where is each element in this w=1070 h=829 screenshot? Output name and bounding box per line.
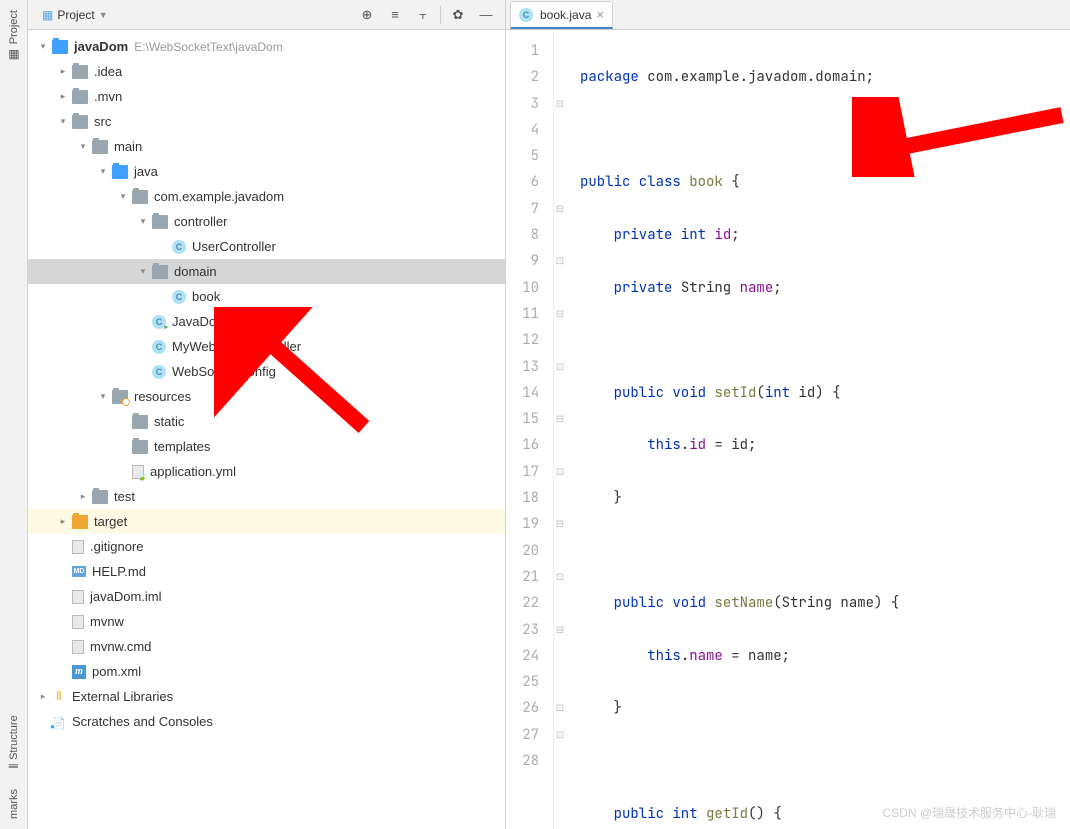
spring-boot-class-icon: C [152, 315, 166, 329]
panel-header: ▦ Project ▼ ⊕ ≡ ⫟ ✿ — [28, 0, 505, 30]
tree-item-target[interactable]: ▸target [28, 509, 505, 534]
folder-icon [72, 115, 88, 129]
folder-icon [72, 65, 88, 79]
resources-folder-icon [112, 390, 128, 404]
tree-item-iml[interactable]: javaDom.iml [28, 584, 505, 609]
collapse-all-btn[interactable]: ⫟ [412, 4, 434, 26]
folder-icon [92, 490, 108, 504]
tree-item-templates[interactable]: templates [28, 434, 505, 459]
module-icon [52, 40, 68, 54]
tree-item-mvn[interactable]: ▸.mvn [28, 84, 505, 109]
tree-item-wsconfig[interactable]: CWebSocketConfig [28, 359, 505, 384]
tree-item-pom[interactable]: mpom.xml [28, 659, 505, 684]
hide-btn[interactable]: — [475, 4, 497, 26]
tree-item-extlib[interactable]: ▸⫴External Libraries [28, 684, 505, 709]
tree-item-usercontroller[interactable]: CUserController [28, 234, 505, 259]
folder-icon [132, 415, 148, 429]
tree-item-handler[interactable]: CMyWebSocketHandler [28, 334, 505, 359]
close-tab-icon[interactable]: × [596, 7, 604, 22]
project-tree[interactable]: ▾javaDomE:\WebSocketText\javaDom ▸.idea … [28, 30, 505, 829]
package-icon [152, 265, 168, 279]
yml-file-icon [132, 465, 144, 479]
tree-item-package[interactable]: ▾com.example.javadom [28, 184, 505, 209]
markdown-icon: MD [72, 566, 86, 577]
tree-item-idea[interactable]: ▸.idea [28, 59, 505, 84]
project-view-selector[interactable]: ▦ Project ▼ [36, 6, 114, 24]
tree-item-app[interactable]: CJavaDomApplication [28, 309, 505, 334]
class-icon: C [519, 8, 533, 22]
tree-item-controller[interactable]: ▾controller [28, 209, 505, 234]
editor-area: C book.java × 12345678910111213141516171… [506, 0, 1070, 829]
class-icon: C [152, 365, 166, 379]
code-content[interactable]: package com.example.javadom.domain; publ… [566, 30, 1070, 829]
fold-column: ⊟⊟⊡⊟⊡⊟⊡⊟⊡⊟⊡⊡ [554, 30, 566, 829]
tree-item-static[interactable]: static [28, 409, 505, 434]
rail-structure[interactable]: ⦀Structure [7, 705, 21, 779]
rail-bookmarks[interactable]: marks [8, 779, 20, 829]
tree-item-gitignore[interactable]: .gitignore [28, 534, 505, 559]
libraries-icon: ⫴ [52, 690, 66, 704]
package-icon [132, 190, 148, 204]
rail-project[interactable]: ▦Project [7, 0, 21, 72]
tree-item-mvnwcmd[interactable]: mvnw.cmd [28, 634, 505, 659]
tree-item-mvnw[interactable]: mvnw [28, 609, 505, 634]
tree-item-book[interactable]: Cbook [28, 284, 505, 309]
tree-item-src[interactable]: ▾src [28, 109, 505, 134]
tree-item-appyml[interactable]: application.yml [28, 459, 505, 484]
code-editor[interactable]: 1234567891011121314151617181920212223242… [506, 30, 1070, 829]
folder-icon [132, 440, 148, 454]
package-icon [152, 215, 168, 229]
class-icon: C [152, 340, 166, 354]
project-icon: ▦ [42, 8, 53, 22]
tree-item-java[interactable]: ▾java [28, 159, 505, 184]
file-icon [72, 615, 84, 629]
file-icon [72, 590, 84, 604]
tree-item-scratches[interactable]: Scratches and Consoles [28, 709, 505, 734]
class-icon: C [172, 290, 186, 304]
settings-btn[interactable]: ✿ [447, 4, 469, 26]
project-panel: ▦ Project ▼ ⊕ ≡ ⫟ ✿ — ▾javaDomE:\WebSock… [28, 0, 506, 829]
maven-icon: m [72, 665, 86, 679]
chevron-down-icon: ▼ [99, 10, 108, 20]
expand-all-btn[interactable]: ≡ [384, 4, 406, 26]
class-icon: C [172, 240, 186, 254]
folder-icon [72, 90, 88, 104]
tree-item-main[interactable]: ▾main [28, 134, 505, 159]
source-folder-icon [112, 165, 128, 179]
folder-icon [92, 140, 108, 154]
tree-item-domain[interactable]: ▾domain [28, 259, 505, 284]
tree-item-test[interactable]: ▸test [28, 484, 505, 509]
excluded-folder-icon [72, 515, 88, 529]
line-gutter: 1234567891011121314151617181920212223242… [506, 30, 554, 829]
editor-tabs: C book.java × [506, 0, 1070, 30]
select-open-file-btn[interactable]: ⊕ [356, 4, 378, 26]
tree-item-resources[interactable]: ▾resources [28, 384, 505, 409]
tree-item-help[interactable]: MDHELP.md [28, 559, 505, 584]
file-icon [72, 540, 84, 554]
tab-book-java[interactable]: C book.java × [510, 1, 613, 29]
file-icon [72, 640, 84, 654]
scratches-icon [52, 715, 66, 729]
tree-root[interactable]: ▾javaDomE:\WebSocketText\javaDom [28, 34, 505, 59]
tool-window-bar: ▦Project ⦀Structure marks [0, 0, 28, 829]
